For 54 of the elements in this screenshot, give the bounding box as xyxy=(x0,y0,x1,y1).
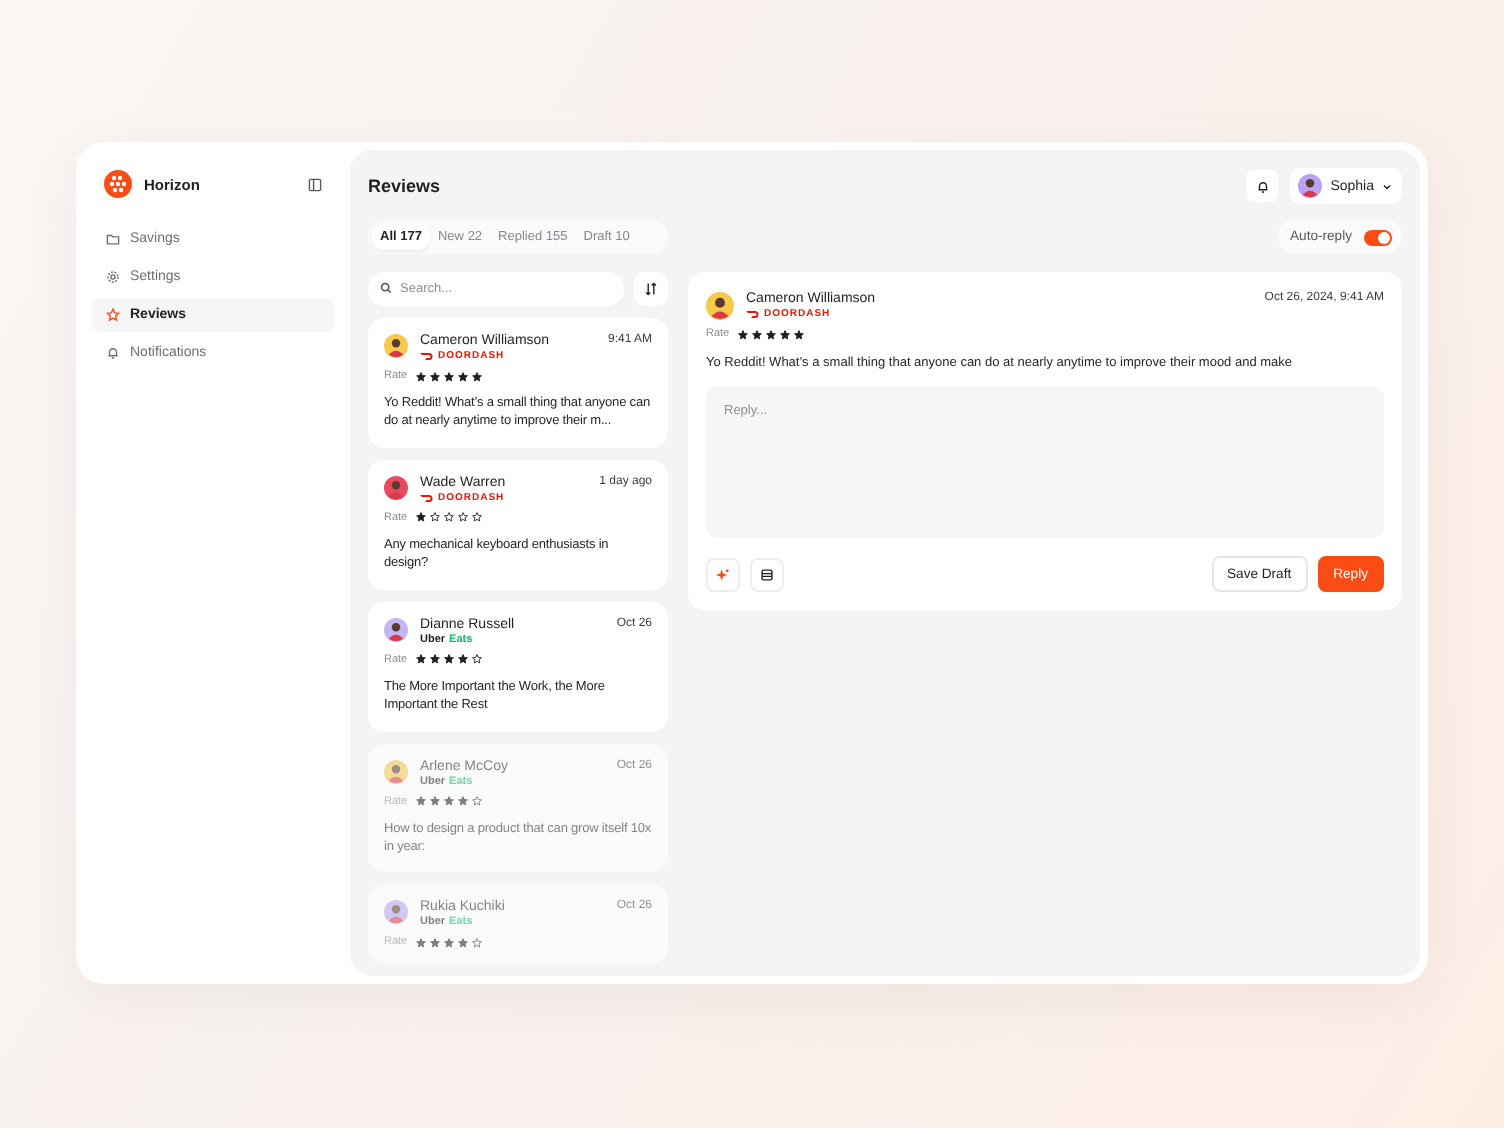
filled-star-icon xyxy=(443,654,454,665)
filled-star-icon xyxy=(415,371,426,381)
sidebar-toggle-icon[interactable] xyxy=(308,177,322,191)
notifications-button[interactable] xyxy=(1246,170,1279,202)
template-button[interactable] xyxy=(750,557,784,591)
sort-button[interactable] xyxy=(634,272,668,306)
filled-star-icon xyxy=(751,329,762,339)
avatar-icon xyxy=(706,292,734,320)
filled-star-icon xyxy=(429,937,440,948)
filled-star-icon xyxy=(737,329,748,339)
filled-star-icon xyxy=(415,937,426,948)
toggle-switch[interactable] xyxy=(1364,229,1392,245)
filled-star-icon xyxy=(793,329,804,339)
empty-star-icon xyxy=(471,512,482,523)
filled-star-icon xyxy=(457,796,468,807)
sparkle-icon xyxy=(716,567,730,581)
avatar-icon xyxy=(384,759,408,784)
doordash-logo-icon xyxy=(420,493,436,502)
avatar-icon xyxy=(384,475,408,500)
filled-star-icon xyxy=(457,371,468,381)
filled-star-icon xyxy=(443,371,454,381)
filled-star-icon xyxy=(471,371,482,381)
filled-star-icon xyxy=(429,371,440,381)
avatar-icon xyxy=(384,900,408,925)
avatar-icon xyxy=(384,617,408,642)
chevron-down-icon xyxy=(1382,181,1392,191)
filled-star-icon xyxy=(429,654,440,665)
avatar-icon xyxy=(384,334,408,358)
logo-icon xyxy=(104,170,132,198)
bell-icon xyxy=(1255,179,1270,193)
filled-star-icon xyxy=(415,654,426,665)
page-title: Reviews xyxy=(368,176,443,196)
filled-star-icon xyxy=(415,512,426,523)
doordash-logo-icon xyxy=(746,310,762,318)
avatar-icon xyxy=(1298,174,1323,198)
star-icon xyxy=(106,308,120,322)
filled-star-icon xyxy=(457,937,468,948)
sort-arrows-icon xyxy=(644,282,658,296)
settings-icon xyxy=(106,270,120,284)
ai-button[interactable] xyxy=(706,557,740,591)
empty-star-icon xyxy=(457,512,468,523)
filled-star-icon xyxy=(779,329,790,339)
filled-star-icon xyxy=(457,654,468,665)
filled-star-icon xyxy=(429,796,440,807)
filled-star-icon xyxy=(443,937,454,948)
template-icon xyxy=(760,567,774,581)
filled-star-icon xyxy=(765,329,776,339)
empty-star-icon xyxy=(443,512,454,523)
filled-star-icon xyxy=(443,796,454,807)
bell-icon xyxy=(106,346,120,360)
doordash-logo-icon xyxy=(420,352,436,360)
search-icon xyxy=(380,282,392,294)
folder-icon xyxy=(106,232,120,246)
filled-star-icon xyxy=(415,796,426,807)
